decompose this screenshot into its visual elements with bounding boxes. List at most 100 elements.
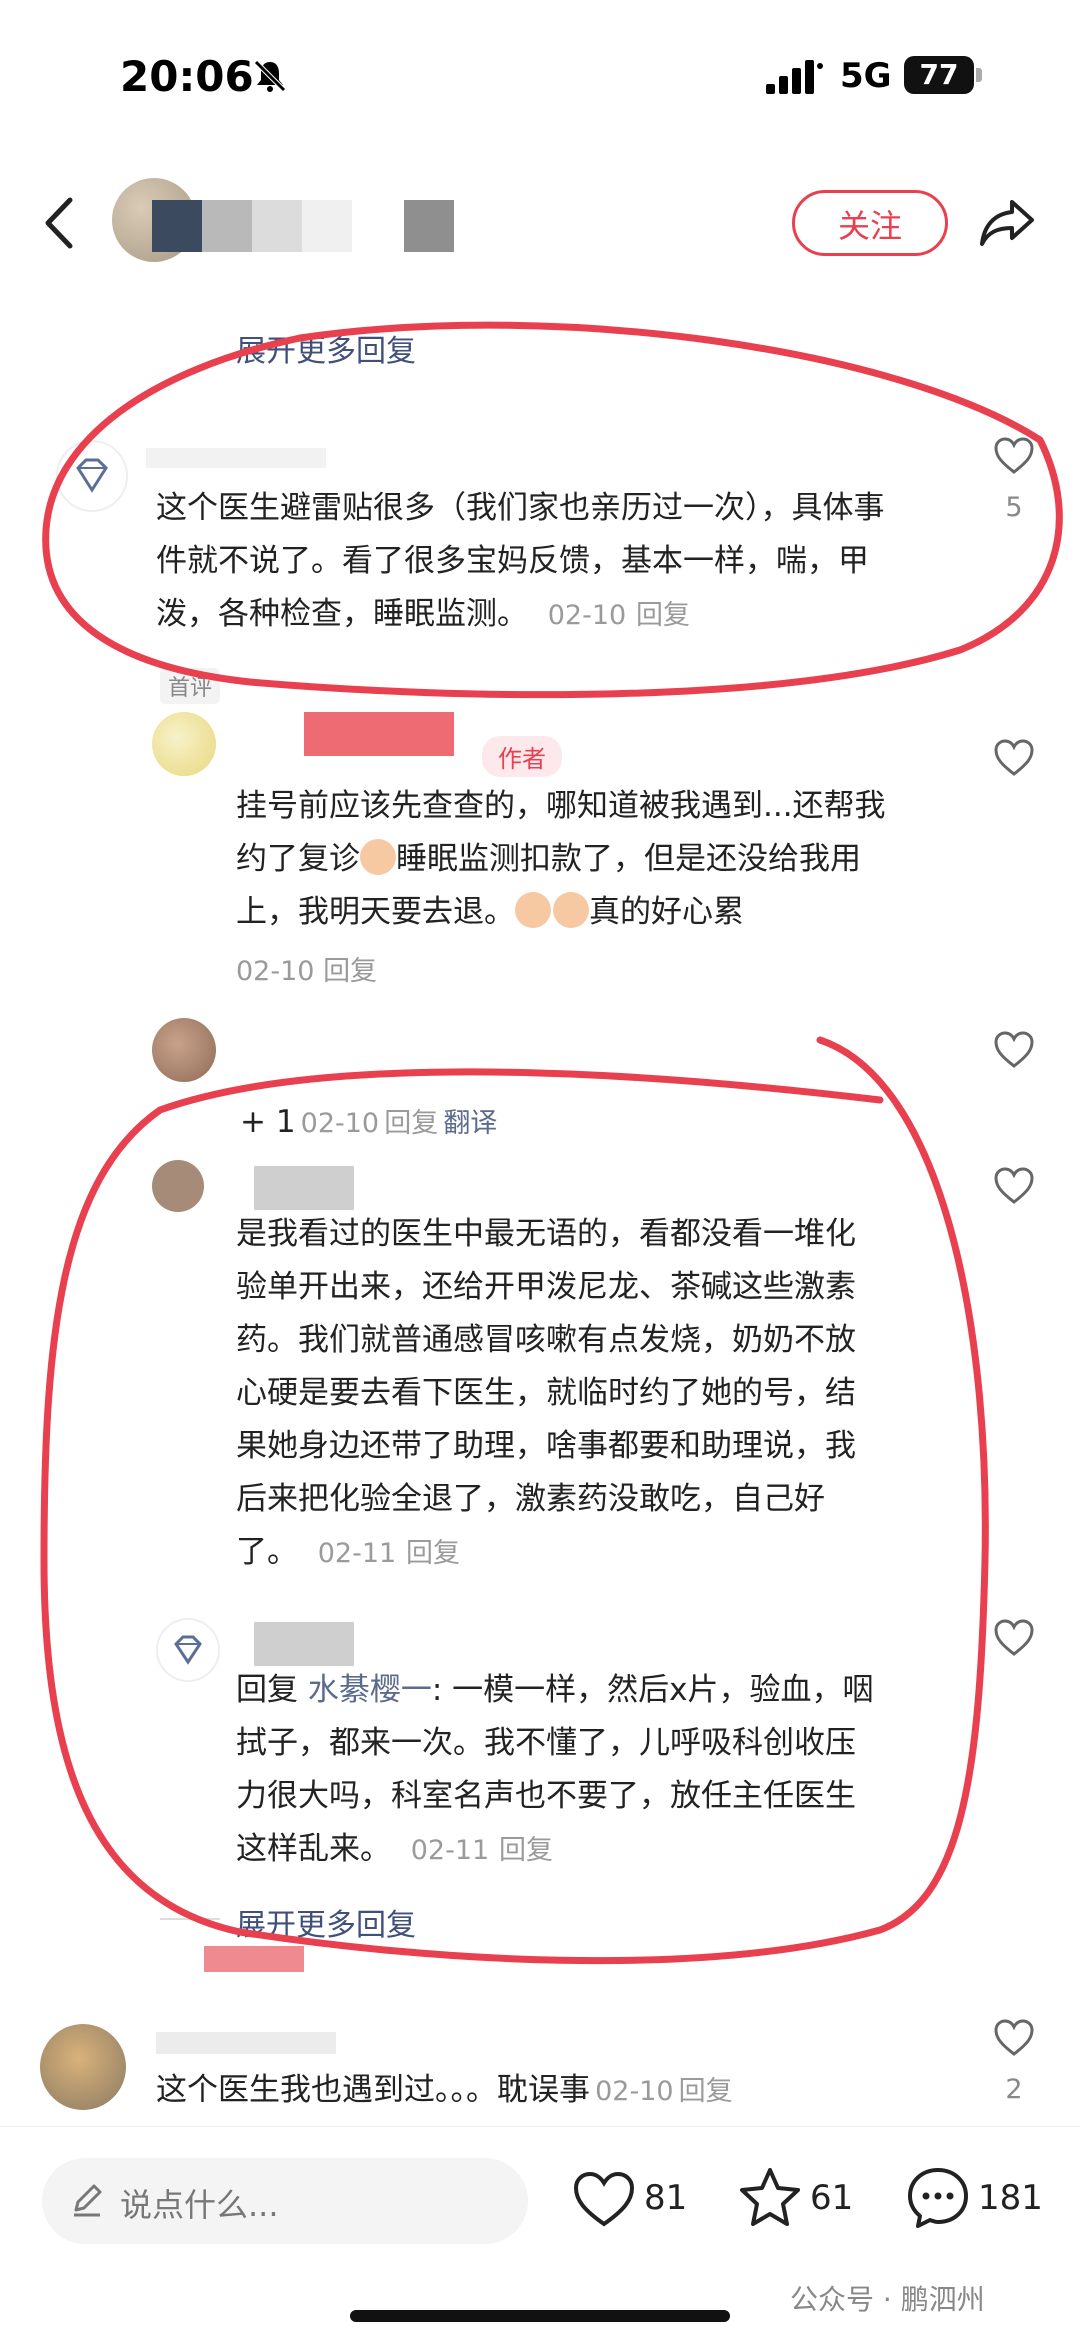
comment-text: 这个医生避雷贴很多（我们家也亲历过一次），具体事 — [156, 490, 885, 526]
reply-link[interactable]: 回复 — [636, 600, 690, 631]
comment-text: 力很大吗，科室名声也不要了，放任主任医生 — [236, 1778, 856, 1814]
comment-text: 心硬是要去看下医生，就临时约了她的号，结 — [236, 1375, 856, 1411]
like-heart-icon[interactable] — [993, 436, 1035, 476]
comment-text: 后来把化验全退了，激素药没敢吃，自己好 — [236, 1481, 825, 1517]
star-icon[interactable] — [738, 2166, 802, 2228]
comment-text: 果她身边还带了助理，啥事都要和助理说，我 — [236, 1428, 856, 1464]
crying-emoji-icon — [515, 892, 551, 928]
comment-text: 泼，各种检查，睡眠监测。 02-10 回复 — [156, 588, 976, 642]
post-star-count: 61 — [810, 2178, 854, 2218]
comment-text-last: 了。 — [236, 1534, 298, 1570]
comment-text-last: 这样乱来。 — [236, 1831, 391, 1867]
comment-text: 这样乱来。 02-11 回复 — [236, 1823, 976, 1877]
crying-emoji-icon — [553, 892, 589, 928]
comment-text: 回复 水綦樱一: 一模一样，然后x片，验血，咽 — [236, 1664, 976, 1717]
comment-5: 回复 水綦樱一: 一模一样，然后x片，验血，咽 拭子，都来一次。我不懂了，儿呼吸… — [236, 1664, 976, 1877]
like-count: 2 — [1005, 2074, 1023, 2105]
blurred-username — [404, 200, 454, 252]
comment-text: + 1 — [240, 1104, 296, 1140]
commenter-avatar[interactable] — [40, 2024, 126, 2110]
comment-4: 是我看过的医生中最无语的，看都没看一堆化 验单开出来，还给开甲泼尼龙、茶碱这些激… — [236, 1208, 976, 1580]
comment-text: 这个医生我也遇到过。。。耽误事 — [156, 2072, 590, 2108]
commenter-avatar[interactable] — [156, 1618, 220, 1682]
comment-text: 药。我们就普通感冒咳嗽有点发烧，奶奶不放 — [236, 1322, 856, 1358]
comment-input[interactable] — [42, 2158, 528, 2244]
cellular-signal-icon — [766, 60, 823, 94]
expand-more-replies[interactable]: 展开更多回复 — [236, 326, 416, 370]
comment-date: 02-10 — [236, 956, 315, 987]
blurred-username — [204, 1946, 304, 1972]
expand-more-replies[interactable]: 展开更多回复 — [236, 1900, 416, 1944]
blurred-username — [156, 2032, 336, 2054]
author-badge: 作者 — [482, 736, 562, 777]
battery-tip — [976, 68, 982, 82]
comment-text: 挂号前应该先查查的，哪知道被我遇到...还帮我 — [236, 788, 886, 824]
like-heart-icon[interactable] — [993, 1618, 1035, 1658]
commenter-avatar[interactable] — [152, 1160, 204, 1212]
bottom-divider — [0, 2126, 1080, 2127]
comment-bubble-icon[interactable] — [906, 2166, 970, 2230]
diamond-icon — [76, 458, 108, 493]
blurred-username — [254, 1622, 354, 1666]
post-comment-count: 181 — [978, 2178, 1043, 2218]
status-time: 20:06 — [120, 52, 254, 101]
comment-6: 这个医生我也遇到过。。。耽误事 02-10 回复 — [156, 2064, 733, 2117]
first-comment-tag: 首评 — [160, 668, 221, 704]
comment-text-last: 泼，各种检查，睡眠监测。 — [156, 596, 528, 632]
comment-3: + 1 02-10 回复 翻译 — [240, 1096, 497, 1149]
comment-input-placeholder[interactable]: 说点什么... — [120, 2180, 279, 2226]
like-heart-icon[interactable] — [993, 2018, 1035, 2058]
reply-to-user[interactable]: 水綦樱一 — [308, 1672, 432, 1708]
reply-link[interactable]: 回复 — [323, 956, 377, 987]
comment-2: 挂号前应该先查查的，哪知道被我遇到...还帮我 约了复诊 睡眠监测扣款了，但是还没… — [236, 780, 976, 988]
follow-button[interactable]: 关注 — [792, 190, 948, 256]
blurred-username — [146, 448, 326, 468]
like-heart-icon[interactable] — [993, 738, 1035, 778]
mute-bell-icon — [254, 60, 286, 92]
comment-text: 约了复诊 睡眠监测扣款了，但是还没给我用 — [236, 833, 976, 886]
comment-date: 02-11 — [410, 1835, 490, 1866]
like-heart-icon[interactable] — [993, 1166, 1035, 1206]
watermark: 公众号 · 鹏泗州 — [790, 2283, 985, 2316]
battery-indicator: 77 — [904, 56, 974, 94]
reply-link[interactable]: 回复 — [679, 2076, 733, 2107]
blurred-username — [304, 712, 454, 756]
comment-date: 02-10 — [300, 1108, 380, 1139]
comment-text: 验单开出来，还给开甲泼尼龙、茶碱这些激素 — [236, 1269, 856, 1305]
blurred-username — [152, 200, 202, 252]
blurred-username — [254, 1166, 354, 1210]
comment-1: 这个医生避雷贴很多（我们家也亲历过一次），具体事 件就不说了。看了很多宝妈反馈，… — [156, 482, 976, 642]
like-heart-icon[interactable] — [572, 2170, 636, 2230]
share-icon[interactable] — [978, 196, 1036, 248]
like-heart-icon[interactable] — [993, 1030, 1035, 1070]
commenter-avatar[interactable] — [152, 712, 216, 776]
commenter-avatar[interactable] — [152, 1018, 216, 1082]
divider-line — [160, 1918, 220, 1920]
comment-meta: 02-10 回复 — [236, 949, 976, 988]
comment-text: 了。 02-11 回复 — [236, 1526, 976, 1580]
blurred-username — [302, 200, 352, 252]
like-count: 5 — [1005, 492, 1023, 523]
comment-text: 件就不说了。看了很多宝妈反馈，基本一样，喘，甲 — [156, 543, 869, 579]
comment-text-part: 上，我明天要去退。 — [236, 894, 515, 930]
reply-link[interactable]: 回复 — [406, 1538, 460, 1569]
comment-text: 是我看过的医生中最无语的，看都没看一堆化 — [236, 1216, 856, 1252]
reply-prefix: 回复 — [236, 1672, 298, 1708]
comment-text-part: 睡眠监测扣款了，但是还没给我用 — [396, 841, 861, 877]
network-type: 5G — [840, 56, 892, 96]
back-arrow-icon[interactable] — [42, 196, 76, 250]
crying-emoji-icon — [360, 839, 396, 875]
blurred-username — [202, 200, 252, 252]
comment-date: 02-11 — [317, 1538, 397, 1569]
comment-date: 02-10 — [595, 2076, 674, 2107]
comment-text-part: 真的好心累 — [589, 894, 744, 930]
comment-text: 拭子，都来一次。我不懂了，儿呼吸科创收压 — [236, 1725, 856, 1761]
commenter-avatar[interactable] — [56, 440, 128, 512]
comment-text-part: 约了复诊 — [236, 841, 360, 877]
translate-link[interactable]: 翻译 — [443, 1108, 497, 1139]
diamond-icon — [174, 1635, 202, 1665]
reply-link[interactable]: 回复 — [384, 1108, 438, 1139]
reply-link[interactable]: 回复 — [499, 1835, 553, 1866]
home-indicator[interactable] — [350, 2310, 730, 2322]
pencil-icon — [74, 2184, 102, 2217]
